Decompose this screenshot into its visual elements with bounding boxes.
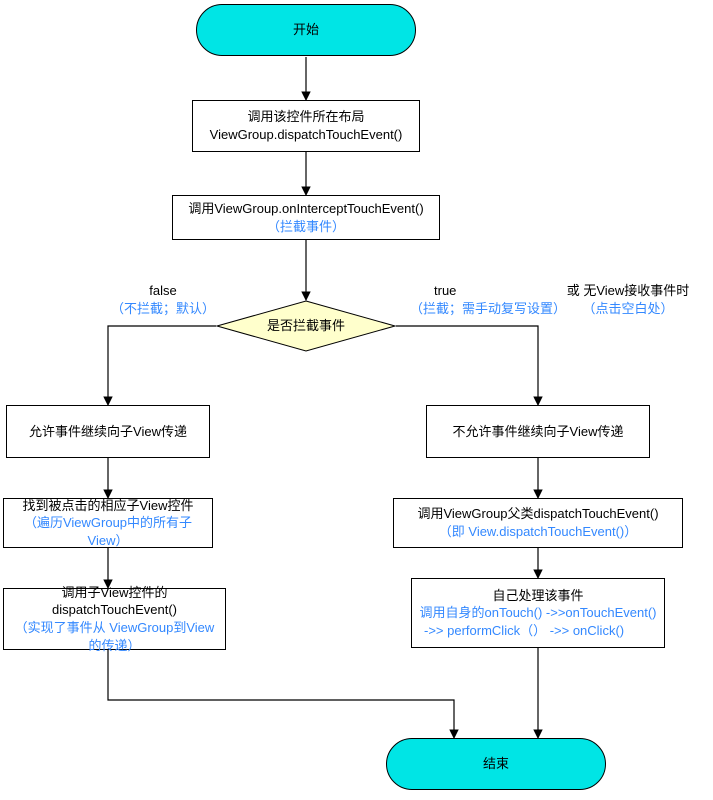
node-left-find: 找到被点击的相应子View控件 （遍历ViewGroup中的所有子View） [3, 498, 213, 548]
node-left-call-line2: dispatchTouchEvent() [52, 601, 177, 619]
node-right-disallow-label: 不允许事件继续向子View传递 [453, 423, 624, 441]
node-decision-label: 是否拦截事件 [267, 317, 345, 335]
edge-false-note: （不拦截；默认） [108, 300, 218, 318]
node-right-self-line1: 自己处理该事件 [492, 587, 583, 605]
node-right-parent-line2: （即 View.dispatchTouchEvent()） [439, 523, 637, 541]
node-left-allow-label: 允许事件继续向子View传递 [29, 423, 187, 441]
node-dispatch: 调用该控件所在布局 ViewGroup.dispatchTouchEvent() [192, 100, 420, 152]
node-left-call-line1: 调用子View控件的 [62, 584, 168, 602]
node-left-call-line3: （实现了事件从 ViewGroup到View 的传递） [10, 619, 219, 654]
edge-true-main: true [410, 283, 456, 298]
node-right-self-line2: 调用自身的onTouch() ->>onTouchEvent() [420, 604, 657, 622]
node-end: 结束 [386, 738, 606, 790]
node-right-self: 自己处理该事件 调用自身的onTouch() ->>onTouchEvent()… [411, 578, 665, 648]
node-left-find-line1: 找到被点击的相应子View控件 [23, 497, 194, 515]
node-dispatch-line2: ViewGroup.dispatchTouchEvent() [210, 126, 403, 144]
edge-true-note: （拦截；需手动复写设置） [410, 300, 560, 318]
edge-false-main: false [108, 282, 218, 300]
node-decision: 是否拦截事件 [216, 300, 396, 352]
node-end-label: 结束 [483, 755, 509, 773]
edge-noview-main: 或 无View接收事件时 [548, 282, 708, 300]
node-right-parent-line1: 调用ViewGroup父类dispatchTouchEvent() [417, 505, 658, 523]
node-start-label: 开始 [293, 21, 319, 39]
node-intercept-line2: （拦截事件） [267, 218, 345, 236]
edge-noview-note: （点击空白处） [548, 300, 708, 318]
node-left-find-line2: （遍历ViewGroup中的所有子View） [10, 514, 206, 549]
node-left-allow: 允许事件继续向子View传递 [6, 405, 210, 458]
edge-label-false: false （不拦截；默认） [108, 282, 218, 317]
node-right-parent: 调用ViewGroup父类dispatchTouchEvent() （即 Vie… [393, 498, 683, 548]
edge-label-noview: 或 无View接收事件时 （点击空白处） [548, 282, 708, 317]
node-intercept-line1: 调用ViewGroup.onInterceptTouchEvent() [188, 200, 423, 218]
edge-label-true: true （拦截；需手动复写设置） [410, 282, 560, 317]
node-dispatch-line1: 调用该控件所在布局 [247, 108, 364, 126]
node-left-call: 调用子View控件的 dispatchTouchEvent() （实现了事件从 … [3, 588, 226, 650]
node-intercept: 调用ViewGroup.onInterceptTouchEvent() （拦截事… [172, 195, 440, 240]
node-start: 开始 [196, 4, 416, 56]
node-right-disallow: 不允许事件继续向子View传递 [426, 405, 650, 458]
node-right-self-line3: ->> performClick（） ->> onClick() [418, 622, 624, 640]
